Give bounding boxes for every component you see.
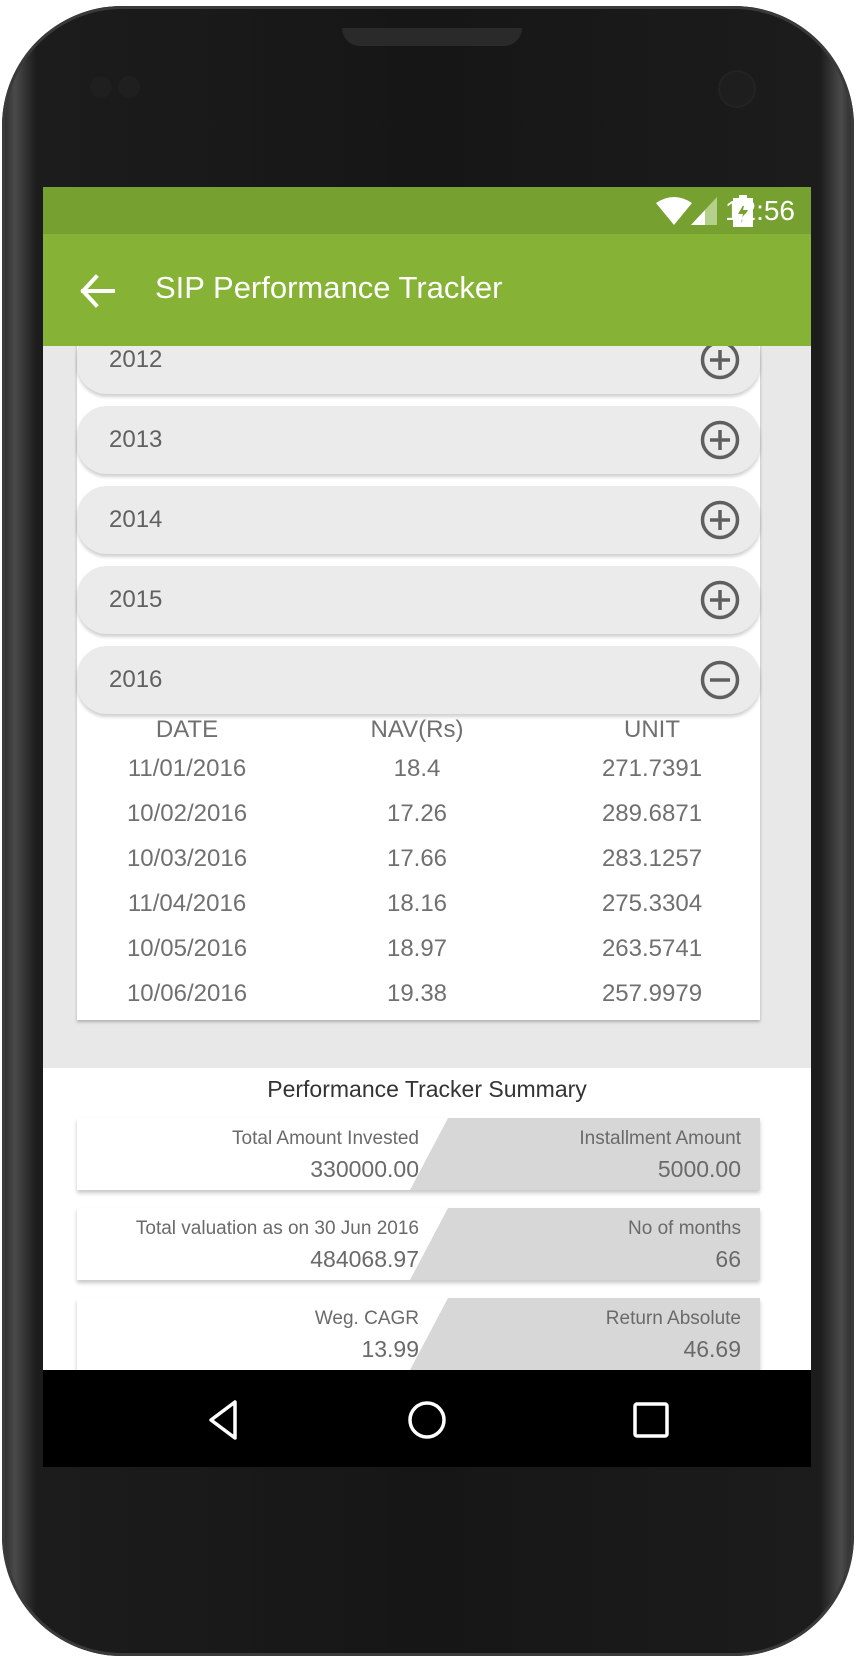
cagr-value: 13.99 — [361, 1336, 419, 1362]
table-row: 11/04/2016 18.16 275.3304 — [77, 890, 760, 930]
plus-circle-icon[interactable] — [700, 346, 740, 380]
table-row: 10/02/2016 17.26 289.6871 — [77, 800, 760, 840]
cell-nav: 19.38 — [386, 980, 448, 1007]
cell-unit: 271.7391 — [601, 755, 703, 782]
plus-circle-icon[interactable] — [700, 420, 740, 460]
return-label: Return Absolute — [605, 1308, 741, 1329]
cell-nav: 18.16 — [386, 890, 448, 917]
return-value: 46.69 — [683, 1336, 741, 1362]
table-row: 10/05/2016 18.97 263.5741 — [77, 935, 760, 975]
header-nav: NAV(Rs) — [370, 716, 464, 743]
sensor — [118, 76, 140, 98]
arrow-left-icon[interactable] — [79, 272, 117, 310]
table-header: DATE NAV(Rs) UNIT — [77, 716, 760, 756]
sensor — [90, 76, 112, 98]
cell-unit: 257.9979 — [601, 980, 703, 1007]
year-row-2012[interactable]: 2012 — [77, 346, 760, 394]
total-invested-value: 330000.00 — [310, 1156, 419, 1182]
year-row-2016[interactable]: 2016 — [77, 646, 760, 714]
installment-value: 5000.00 — [657, 1156, 741, 1182]
cell-date: 11/01/2016 — [127, 755, 247, 782]
year-row-2013[interactable]: 2013 — [77, 406, 760, 474]
valuation-value: 484068.97 — [310, 1246, 419, 1272]
back-triangle-icon[interactable] — [203, 1398, 247, 1442]
valuation-label: Total valuation as on 30 Jun 2016 — [135, 1218, 419, 1239]
year-label: 2012 — [109, 346, 163, 373]
year-label: 2013 — [109, 426, 163, 453]
cell-unit: 275.3304 — [601, 890, 703, 917]
cell-date: 11/04/2016 — [127, 890, 247, 917]
months-value: 66 — [715, 1246, 741, 1272]
year-label: 2014 — [109, 506, 163, 533]
year-row-2014[interactable]: 2014 — [77, 486, 760, 554]
months-label: No of months — [628, 1218, 741, 1239]
summary-title: Performance Tracker Summary — [267, 1076, 587, 1102]
table-row: 10/06/2016 19.38 257.9979 — [77, 980, 760, 1020]
total-invested-label: Total Amount Invested — [232, 1128, 419, 1149]
cell-unit: 283.1257 — [601, 845, 703, 872]
header-unit: UNIT — [624, 716, 680, 743]
status-time: 12:56 — [724, 195, 795, 226]
year-accordion: 2012 2013 2014 2015 2016 DATE NAV(Rs) UN… — [77, 346, 760, 1020]
scroll-content[interactable]: 2012 2013 2014 2015 2016 DATE NAV(Rs) UN… — [43, 346, 811, 1370]
table-row: 10/03/2016 17.66 283.1257 — [77, 845, 760, 885]
header-date: DATE — [155, 716, 219, 743]
cell-nav: 17.26 — [386, 800, 448, 827]
year-row-2015[interactable]: 2015 — [77, 566, 760, 634]
page-title: SIP Performance Tracker — [155, 270, 503, 305]
summary-card: Weg. CAGR 13.99 Return Absolute 46.69 — [77, 1298, 760, 1370]
cagr-label: Weg. CAGR — [314, 1308, 419, 1329]
year-label: 2015 — [109, 586, 163, 613]
cell-nav: 18.4 — [393, 755, 441, 782]
front-camera — [720, 72, 754, 106]
installment-label: Installment Amount — [579, 1128, 741, 1149]
cell-unit: 289.6871 — [601, 800, 703, 827]
cell-date: 10/06/2016 — [126, 980, 248, 1007]
cell-date: 10/03/2016 — [126, 845, 248, 872]
recents-square-icon[interactable] — [629, 1398, 673, 1442]
summary-card: Total valuation as on 30 Jun 2016 484068… — [77, 1208, 760, 1280]
home-circle-icon[interactable] — [405, 1398, 449, 1442]
cell-signal-icon — [691, 197, 717, 225]
cell-date: 10/02/2016 — [126, 800, 248, 827]
status-bar: 12:56 — [43, 187, 811, 234]
device-screen: 12:56 SIP Performance Tracker 2012 2013 — [43, 187, 811, 1467]
plus-circle-icon[interactable] — [700, 500, 740, 540]
cell-nav: 18.97 — [386, 935, 448, 962]
speaker-grille — [342, 28, 522, 46]
summary-card: Total Amount Invested 330000.00 Installm… — [77, 1118, 760, 1190]
cell-nav: 17.66 — [386, 845, 448, 872]
minus-circle-icon[interactable] — [700, 660, 740, 700]
plus-circle-icon[interactable] — [700, 580, 740, 620]
year-label: 2016 — [109, 666, 163, 693]
table-row: 11/01/2016 18.4 271.7391 — [77, 755, 760, 795]
cell-unit: 263.5741 — [601, 935, 703, 962]
app-bar: SIP Performance Tracker — [43, 234, 811, 346]
wifi-icon — [656, 197, 692, 225]
summary-panel: Performance Tracker Summary Total Amount… — [43, 1068, 811, 1370]
cell-date: 10/05/2016 — [126, 935, 248, 962]
system-nav-bar — [43, 1370, 811, 1467]
